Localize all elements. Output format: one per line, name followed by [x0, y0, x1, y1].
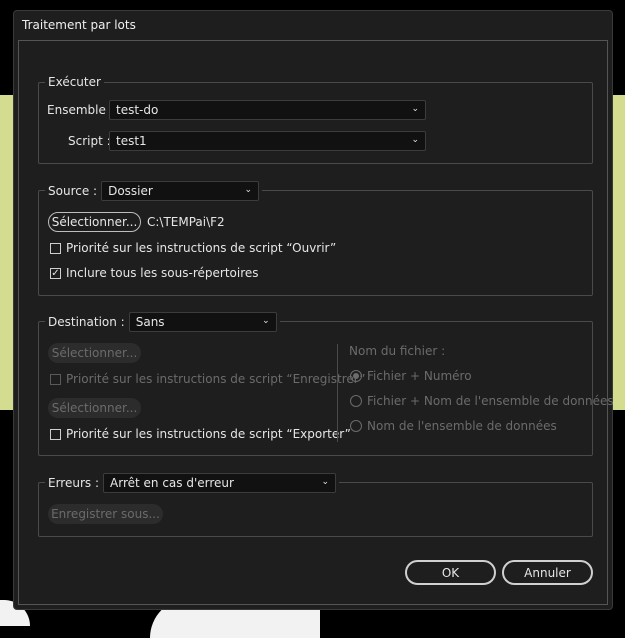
source-label: Source : [48, 184, 98, 198]
override-save-checkbox[interactable] [50, 374, 61, 385]
include-subfolders-label: Inclure tous les sous-répertoires [66, 266, 259, 280]
source-select-button[interactable]: Sélectionner... [48, 212, 141, 232]
source-value: Dossier [108, 184, 153, 198]
chevron-down-icon: ⌄ [411, 135, 419, 145]
destination-legend: Destination : Sans ⌄ [45, 312, 280, 332]
ensemble-select[interactable]: test-do ⌄ [109, 100, 426, 120]
background-right-shape [612, 95, 625, 410]
radio-file-number[interactable] [350, 370, 362, 382]
destination-group: Destination : Sans ⌄ Sélectionner... Pri… [38, 312, 614, 456]
checkmark-icon: ✓ [51, 267, 60, 279]
errors-value: Arrêt en cas d'erreur [110, 476, 234, 490]
radio-dataset[interactable] [350, 420, 362, 432]
destination-value: Sans [135, 315, 165, 329]
destination-select[interactable]: Sans ⌄ [128, 312, 277, 332]
ensemble-value: test-do [116, 103, 159, 117]
chevron-down-icon: ⌄ [321, 477, 330, 487]
override-save-label: Priorité sur les instructions de script … [66, 372, 366, 386]
ok-button[interactable]: OK [405, 560, 496, 585]
chevron-down-icon: ⌄ [262, 316, 270, 326]
radio-file-number-label: Fichier + Numéro [367, 369, 472, 383]
destination-select-button[interactable]: Sélectionner... [48, 343, 141, 363]
include-subfolders-checkbox[interactable]: ✓ [50, 268, 61, 279]
source-group: Source : Dossier ⌄ Sélectionner... C:\TE… [38, 181, 593, 296]
radio-file-dataset-label: Fichier + Nom de l'ensemble de données [367, 394, 614, 408]
chevron-down-icon: ⌄ [244, 185, 253, 195]
errors-legend: Erreurs : Arrêt en cas d'erreur ⌄ [45, 473, 340, 493]
override-export-label: Priorité sur les instructions de script … [66, 427, 351, 441]
script-value: test1 [116, 134, 147, 148]
script-label: Script : [68, 134, 111, 148]
radio-file-dataset[interactable] [350, 395, 362, 407]
background-left-shape [0, 95, 14, 410]
override-export-checkbox[interactable] [50, 429, 61, 440]
dialog-content: Exécuter Ensemble : test-do ⌄ Script : t… [18, 40, 614, 605]
override-open-checkbox[interactable] [50, 243, 61, 254]
errors-select[interactable]: Arrêt en cas d'erreur ⌄ [103, 473, 337, 493]
radio-dataset-label: Nom de l'ensemble de données [367, 419, 557, 433]
ensemble-label: Ensemble : [47, 103, 114, 117]
execute-group: Exécuter Ensemble : test-do ⌄ Script : t… [38, 75, 593, 164]
filename-label: Nom du fichier : [349, 344, 446, 358]
export-select-button[interactable]: Sélectionner... [48, 398, 141, 418]
errors-label: Erreurs : [48, 476, 100, 490]
override-open-label: Priorité sur les instructions de script … [66, 241, 337, 255]
destination-label: Destination : [48, 315, 125, 329]
script-select[interactable]: test1 ⌄ [109, 131, 426, 151]
destination-divider [337, 344, 338, 442]
save-as-button[interactable]: Enregistrer sous... [48, 504, 163, 524]
dialog-title: Traitement par lots [22, 18, 136, 32]
batch-dialog: Traitement par lots Exécuter Ensemble : … [13, 10, 614, 610]
source-path: C:\TEMPai\F2 [147, 215, 225, 229]
source-select[interactable]: Dossier ⌄ [101, 181, 260, 201]
execute-legend: Exécuter [45, 75, 104, 89]
chevron-down-icon: ⌄ [411, 104, 419, 114]
source-legend: Source : Dossier ⌄ [45, 181, 263, 201]
errors-group: Erreurs : Arrêt en cas d'erreur ⌄ Enregi… [38, 473, 593, 537]
cancel-button[interactable]: Annuler [502, 560, 593, 585]
